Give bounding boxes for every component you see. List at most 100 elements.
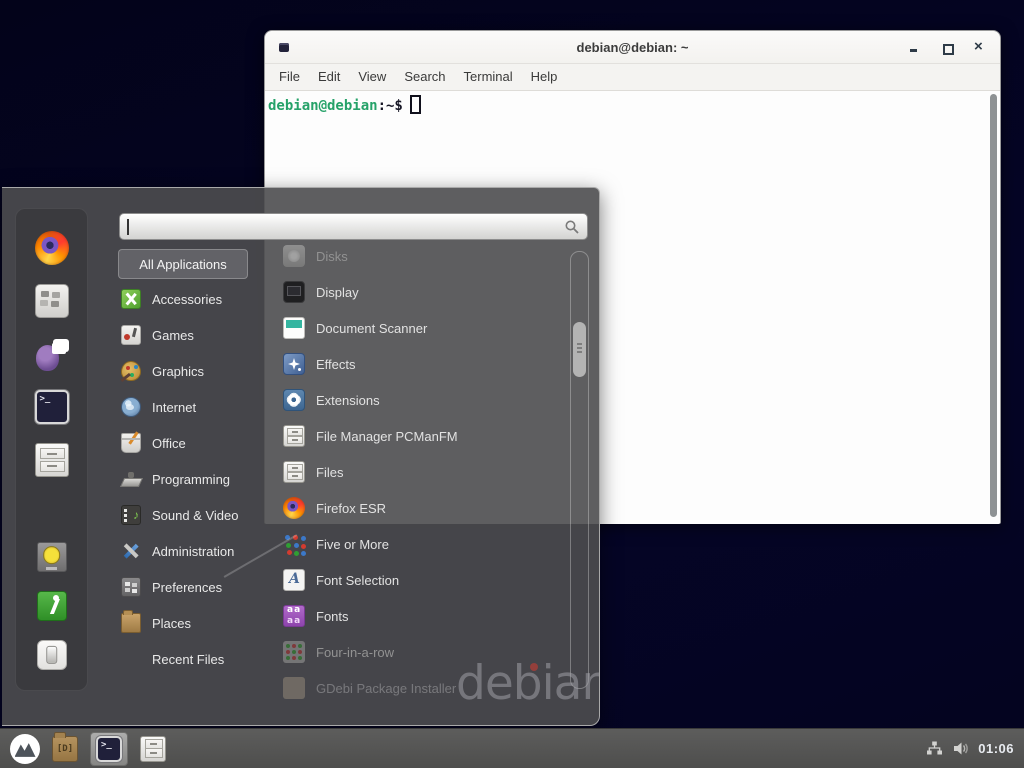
display-icon — [283, 281, 305, 303]
terminal-icon — [96, 736, 122, 762]
terminal-cursor — [410, 95, 421, 114]
category-label: Games — [152, 328, 194, 343]
session-log-out[interactable] — [37, 591, 67, 621]
app-effects[interactable]: Effects — [283, 346, 563, 382]
terminal-menu-edit[interactable]: Edit — [309, 64, 349, 90]
menu-favorites-sidebar — [15, 208, 88, 691]
app-label: Document Scanner — [316, 321, 427, 336]
app-font-selection[interactable]: Font Selection — [283, 562, 563, 598]
app-label: Disks — [316, 249, 348, 264]
app-label: Font Selection — [316, 573, 399, 588]
search-icon — [564, 219, 580, 235]
application-list-scrollbar[interactable] — [570, 251, 589, 689]
category-label: Graphics — [152, 364, 204, 379]
favorite-firefox-browser[interactable] — [35, 231, 69, 265]
network-icon[interactable] — [926, 740, 943, 757]
search-input[interactable] — [127, 217, 557, 237]
firefox-browser-icon — [35, 231, 69, 265]
category-internet[interactable]: Internet — [118, 389, 278, 425]
category-games[interactable]: Games — [118, 317, 278, 353]
category-label: Office — [152, 436, 186, 451]
package-manager-icon — [35, 284, 69, 318]
cabinet-icon — [283, 461, 305, 483]
disks-icon — [283, 245, 305, 267]
app-display[interactable]: Display — [283, 274, 563, 310]
favorite-file-manager[interactable] — [35, 443, 69, 477]
shutdown-icon — [37, 640, 67, 670]
terminal-prompt: debian@debian:~$ — [268, 95, 421, 114]
session-lock-screen[interactable] — [37, 542, 67, 572]
terminal-window-title: debian@debian: ~ — [577, 40, 689, 55]
app-label: Display — [316, 285, 359, 300]
file-manager-launcher[interactable] — [140, 736, 166, 762]
watermark-red-dot — [530, 663, 538, 671]
log-out-icon — [37, 591, 67, 621]
menu-search-box[interactable] — [119, 213, 588, 240]
application-list: Disks Display Document Scanner Effects Exten… — [283, 238, 563, 706]
app-disks[interactable]: Disks — [283, 238, 563, 274]
terminal-titlebar[interactable]: debian@debian: ~ — [265, 31, 1000, 64]
internet-icon — [121, 397, 141, 417]
category-icon-spacer — [121, 649, 141, 669]
category-list: Accessories Games Graphics Internet Office Pr… — [118, 281, 278, 677]
app-fonts[interactable]: Fonts — [283, 598, 563, 634]
games-icon — [121, 325, 141, 345]
category-programming[interactable]: Programming — [118, 461, 278, 497]
desktop-folder-launcher[interactable]: [D] — [52, 736, 78, 762]
app-label: Five or More — [316, 537, 389, 552]
desktop: debian@debian: ~ FileEditViewSearchTermi… — [0, 0, 1024, 768]
menu-button[interactable] — [10, 734, 40, 764]
gdebi-icon — [283, 677, 305, 699]
terminal-scrollbar[interactable] — [990, 94, 997, 517]
app-extensions[interactable]: Extensions — [283, 382, 563, 418]
favorite-package-manager[interactable] — [35, 284, 69, 318]
favorite-terminal[interactable] — [35, 390, 69, 424]
volume-icon[interactable] — [952, 740, 969, 757]
scrollbar-handle[interactable] — [573, 322, 586, 377]
terminal-menubar: FileEditViewSearchTerminalHelp — [265, 64, 1000, 91]
prompt-suffix: :~$ — [378, 98, 403, 114]
effects-icon — [283, 353, 305, 375]
category-graphics[interactable]: Graphics — [118, 353, 278, 389]
app-label: GDebi Package Installer — [316, 681, 456, 696]
session-shutdown[interactable] — [37, 640, 67, 670]
cabinet-icon — [283, 425, 305, 447]
app-files[interactable]: Files — [283, 454, 563, 490]
category-sound-video[interactable]: Sound & Video — [118, 497, 278, 533]
category-places[interactable]: Places — [118, 605, 278, 641]
terminal-menu-terminal[interactable]: Terminal — [455, 64, 522, 90]
close-button[interactable] — [974, 42, 986, 54]
places-icon — [121, 613, 141, 633]
all-applications-button[interactable]: All Applications — [118, 249, 248, 279]
app-firefox-esr[interactable]: Firefox ESR — [283, 490, 563, 526]
category-administration[interactable]: Administration — [118, 533, 278, 569]
app-label: Files — [316, 465, 343, 480]
app-label: Effects — [316, 357, 356, 372]
app-file-manager-pcmanfm[interactable]: File Manager PCManFM — [283, 418, 563, 454]
app-five-or-more[interactable]: Five or More — [283, 526, 563, 562]
app-document-scanner[interactable]: Document Scanner — [283, 310, 563, 346]
category-accessories[interactable]: Accessories — [118, 281, 278, 317]
category-label: Programming — [152, 472, 230, 487]
maximize-button[interactable] — [941, 42, 953, 54]
terminal-menu-search[interactable]: Search — [395, 64, 454, 90]
app-label: File Manager PCManFM — [316, 429, 458, 444]
terminal-window-button[interactable] — [90, 732, 128, 766]
session-group — [37, 542, 67, 670]
search-caret — [127, 219, 129, 235]
lock-screen-icon — [37, 542, 67, 572]
clock[interactable]: 01:06 — [978, 741, 1014, 756]
taskbar: [D] 01:06 — [0, 728, 1024, 768]
pidgin-messenger-icon — [35, 337, 69, 371]
minimize-button[interactable] — [908, 42, 920, 54]
category-label: Recent Files — [152, 652, 224, 667]
category-preferences[interactable]: Preferences — [118, 569, 278, 605]
terminal-menu-file[interactable]: File — [270, 64, 309, 90]
terminal-menu-view[interactable]: View — [349, 64, 395, 90]
category-label: Preferences — [152, 580, 222, 595]
favorite-pidgin-messenger[interactable] — [35, 337, 69, 371]
category-recent-files[interactable]: Recent Files — [118, 641, 278, 677]
preferences-icon — [121, 577, 141, 597]
terminal-menu-help[interactable]: Help — [522, 64, 567, 90]
category-office[interactable]: Office — [118, 425, 278, 461]
